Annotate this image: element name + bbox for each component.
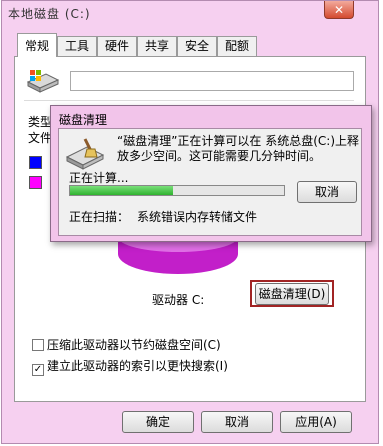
compress-option[interactable]: 压缩此驱动器以节约磁盘空间(C) xyxy=(32,336,221,353)
calculating-status: 正在计算... xyxy=(69,171,129,185)
index-option[interactable]: ✓ 建立此驱动器的索引以更快搜索(I) xyxy=(32,357,228,376)
tab-quota[interactable]: 配额 xyxy=(217,36,257,56)
progress-fill xyxy=(70,186,173,195)
ok-button[interactable]: 确定 xyxy=(122,411,194,433)
cancel-button[interactable]: 取消 xyxy=(201,411,273,433)
tab-sharing[interactable]: 共享 xyxy=(137,36,177,56)
index-option-label: 建立此驱动器的索引以更快搜索(I) xyxy=(47,359,228,373)
tab-tools[interactable]: 工具 xyxy=(57,36,97,56)
dialog-body: “磁盘清理”正在计算可以在 系统总盘(C:)上释放多少空间。这可能需要几分钟时间… xyxy=(58,128,362,236)
drive-letter-label: 驱动器 C: xyxy=(152,293,205,307)
drive-name-input[interactable] xyxy=(70,71,354,91)
disk-cleanup-dialog: 磁盘清理 “磁盘清理”正在计算可以在 系统总盘(C:)上释放多少空间。这可能需要… xyxy=(50,105,372,242)
tab-security[interactable]: 安全 xyxy=(177,36,217,56)
type-label: 类型 xyxy=(28,115,53,129)
scanning-item: 系统错误内存转储文件 xyxy=(137,210,258,224)
window-title: 本地磁盘 (C:) xyxy=(8,7,91,21)
apply-button[interactable]: 应用(A) xyxy=(280,411,352,433)
disk-cleanup-button[interactable]: 磁盘清理(D) xyxy=(255,283,329,305)
tab-hardware[interactable]: 硬件 xyxy=(97,36,137,56)
drive-icon xyxy=(24,68,60,97)
compress-checkbox[interactable] xyxy=(32,339,44,351)
scanning-label: 正在扫描： xyxy=(69,210,130,224)
close-button[interactable]: ✕ xyxy=(324,1,354,19)
dialog-title: 磁盘清理 xyxy=(59,113,108,127)
separator xyxy=(24,100,354,101)
used-space-swatch xyxy=(29,156,42,169)
index-checkbox[interactable]: ✓ xyxy=(32,364,44,376)
compress-option-label: 压缩此驱动器以节约磁盘空间(C) xyxy=(47,338,221,352)
filesystem-label: 文件 xyxy=(28,131,53,145)
free-space-swatch xyxy=(29,176,42,189)
calculation-progress-bar xyxy=(69,185,285,196)
tab-general[interactable]: 常规 xyxy=(17,33,57,57)
dialog-cancel-button[interactable]: 取消 xyxy=(297,181,357,203)
dialog-message: “磁盘清理”正在计算可以在 系统总盘(C:)上释放多少空间。这可能需要几分钟时间… xyxy=(117,134,360,163)
